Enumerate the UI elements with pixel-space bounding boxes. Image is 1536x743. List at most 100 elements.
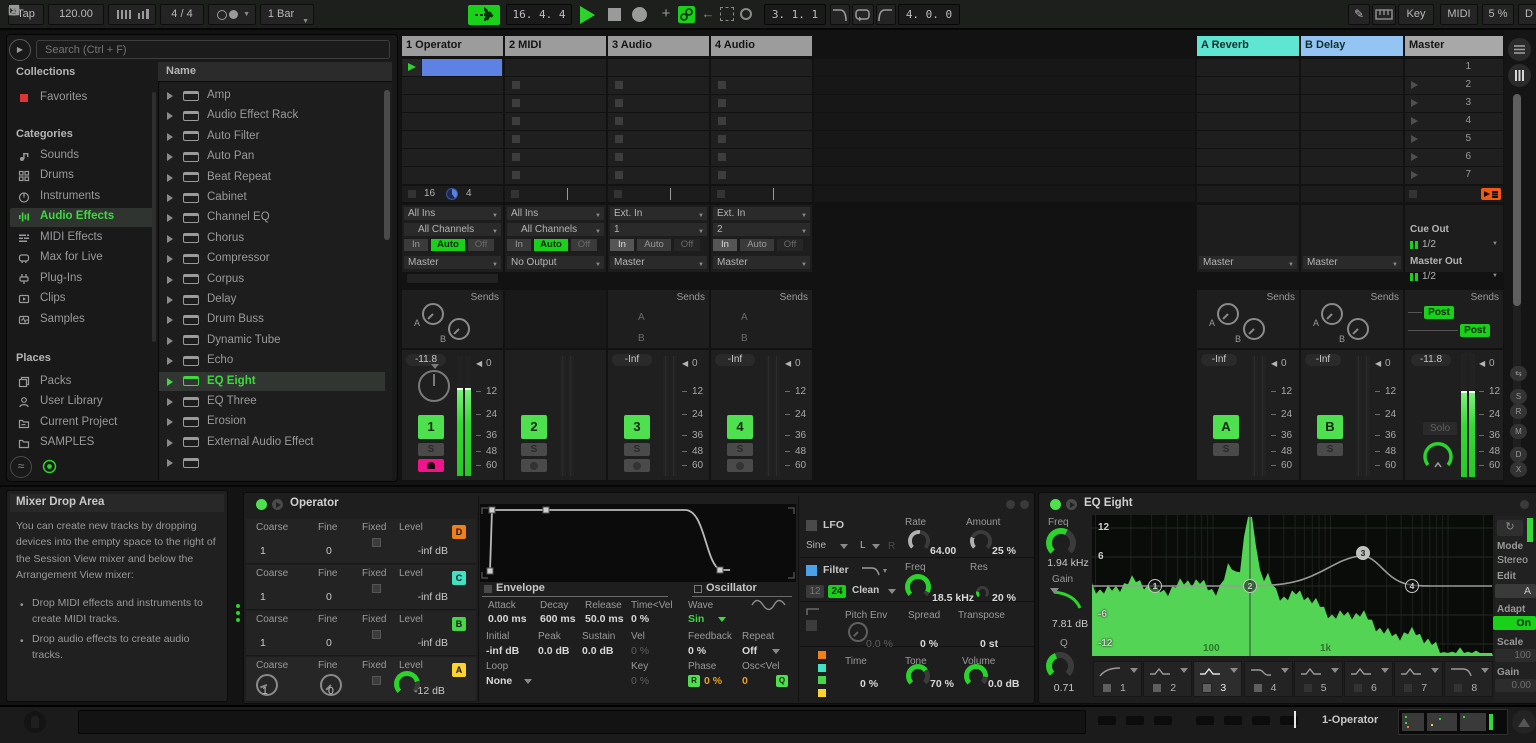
knob[interactable]	[1046, 528, 1076, 558]
device-list-item-auto-pan[interactable]: Auto Pan	[159, 147, 385, 166]
track-header-4[interactable]: 4 Audio	[711, 36, 812, 56]
filter-on-checkbox[interactable]	[806, 565, 817, 576]
device-on-button[interactable]	[256, 499, 267, 510]
device-list-item-amp[interactable]: Amp	[159, 86, 385, 105]
clip-slot[interactable]	[711, 167, 812, 184]
clip-slot[interactable]	[608, 59, 709, 76]
back-to-arrangement-button[interactable]: ←	[700, 4, 716, 24]
punch-out-button[interactable]	[876, 4, 896, 25]
slope-24-button[interactable]: 24	[828, 585, 846, 598]
slope-12-button[interactable]: 12	[806, 585, 824, 598]
arm-button[interactable]	[727, 459, 753, 472]
automation-arm-button[interactable]: +	[658, 5, 674, 23]
output-selector[interactable]: Master▼	[404, 256, 501, 269]
return-track-header-a[interactable]: A Reverb	[1197, 36, 1299, 56]
io-overview-button[interactable]	[1508, 38, 1531, 61]
knob[interactable]	[1321, 303, 1343, 325]
clip-slot[interactable]	[608, 95, 709, 112]
punch-in-button[interactable]	[830, 4, 850, 25]
master-volume-value[interactable]: -11.8	[1411, 354, 1451, 366]
knob[interactable]	[1046, 652, 1074, 680]
eq-band-node-4[interactable]: 4	[1405, 579, 1419, 593]
scene-slot[interactable]: 4	[1405, 113, 1503, 130]
record-button[interactable]	[632, 7, 647, 22]
master-solo-button[interactable]: Solo	[1423, 422, 1457, 435]
sidebar-item-favorites[interactable]: Favorites	[10, 88, 154, 107]
info-toggle-button[interactable]: ≈	[10, 456, 32, 478]
device-hotswap-icon[interactable]	[1066, 499, 1077, 510]
repeat-selector[interactable]: Off	[742, 645, 788, 658]
sidebar-item-clips[interactable]: Clips	[10, 290, 154, 309]
clip-slot[interactable]	[402, 95, 503, 112]
fader-handle-icon[interactable]: ◀	[1375, 359, 1385, 369]
device-settings-icon[interactable]	[1006, 500, 1015, 509]
device-list-item-compressor[interactable]: Compressor	[159, 249, 385, 268]
device-list-item-erosion[interactable]: Erosion	[159, 412, 385, 431]
clip-slot[interactable]	[505, 59, 606, 76]
volume-value[interactable]: -Inf	[612, 354, 652, 366]
volume-value[interactable]: -11.8	[406, 354, 446, 366]
device-list-item-cabinet[interactable]: Cabinet	[159, 188, 385, 207]
knob[interactable]	[964, 664, 988, 688]
loop-start-display[interactable]: 3. 1. 1	[764, 4, 826, 25]
return-track-header-b[interactable]: B Delay	[1301, 36, 1403, 56]
groove-pool-selector[interactable]: ▼	[208, 4, 256, 25]
band-on-checkbox[interactable]	[1403, 683, 1413, 693]
search-input[interactable]	[36, 40, 390, 59]
device-list-item-delay[interactable]: Delay	[159, 290, 385, 309]
band-type-dropdown-icon[interactable]	[1481, 668, 1489, 673]
oscillator-section-checkbox[interactable]	[694, 585, 702, 593]
scene-slot[interactable]: 6	[1405, 149, 1503, 166]
eq-band-cell-7[interactable]: 7	[1394, 661, 1443, 697]
track-header-2[interactable]: 2 MIDI	[505, 36, 606, 56]
edit-ab-button[interactable]: A	[1495, 584, 1536, 598]
eq-band-cell-1[interactable]: 1	[1093, 661, 1142, 697]
play-button[interactable]	[580, 6, 595, 24]
device-settings-icon[interactable]	[1520, 500, 1529, 509]
monitor-in[interactable]: In	[507, 239, 531, 251]
punch-region-icon[interactable]	[720, 7, 734, 21]
osc-select-a[interactable]: A	[452, 663, 466, 677]
osc-indicator[interactable]	[818, 689, 826, 697]
device-hotswap-icon[interactable]	[272, 499, 283, 510]
eq-band-cell-5[interactable]: 5	[1294, 661, 1343, 697]
key-map-button[interactable]: Key	[1398, 4, 1434, 25]
solo-button[interactable]: S	[727, 443, 753, 456]
fixed-checkbox[interactable]	[372, 630, 381, 639]
band-on-checkbox[interactable]	[1253, 683, 1263, 693]
time-signature-field[interactable]: 4 / 4	[160, 4, 204, 25]
knob[interactable]	[1347, 318, 1369, 340]
clip-play-button[interactable]	[403, 59, 421, 76]
track-delay-field[interactable]	[406, 273, 499, 284]
knob[interactable]	[1243, 318, 1265, 340]
solo-button[interactable]: S	[624, 443, 650, 456]
knob[interactable]	[905, 574, 931, 600]
sidebar-item-midi-effects[interactable]: MIDI Effects	[10, 228, 154, 247]
device-list-item-echo[interactable]: Echo	[159, 351, 385, 370]
knob[interactable]	[970, 530, 992, 552]
master-track-header[interactable]: Master	[1405, 36, 1503, 56]
midi-map-button[interactable]: MIDI	[1440, 4, 1478, 25]
band-on-checkbox[interactable]	[1202, 683, 1212, 693]
input-type-selector[interactable]: Ext. In▼	[610, 207, 707, 220]
computer-midi-keyboard-button[interactable]	[1372, 4, 1396, 25]
monitor-off[interactable]: Off	[468, 239, 494, 251]
eq-band-cell-8[interactable]: 8	[1444, 661, 1493, 697]
return-activator[interactable]: A	[1213, 415, 1239, 439]
sidebar-item-drums[interactable]: Drums	[10, 167, 154, 186]
input-channel-selector[interactable]: 1▼	[610, 223, 707, 236]
send-b-post-toggle[interactable]: Post	[1460, 324, 1490, 337]
global-gain-field[interactable]: 0.00	[1495, 679, 1536, 692]
sidebar-item-audio-effects[interactable]: Audio Effects	[10, 208, 154, 227]
status-message-field[interactable]	[78, 710, 1086, 734]
sends-show-button[interactable]: S	[1510, 389, 1527, 404]
loop-button[interactable]	[852, 4, 874, 25]
clip-slot[interactable]	[711, 59, 812, 76]
device-list-item-beat-repeat[interactable]: Beat Repeat	[159, 168, 385, 187]
input-channel-selector[interactable]: All Channels▼	[404, 223, 501, 236]
cue-out-selector[interactable]: 1/2▼	[1410, 238, 1498, 251]
sidebar-item-samples[interactable]: Samples	[10, 310, 154, 329]
sidebar-item-instruments[interactable]: Instruments	[10, 187, 154, 206]
clip-slot[interactable]	[402, 113, 503, 130]
device-list-item-eq-eight[interactable]: EQ Eight	[159, 372, 385, 391]
